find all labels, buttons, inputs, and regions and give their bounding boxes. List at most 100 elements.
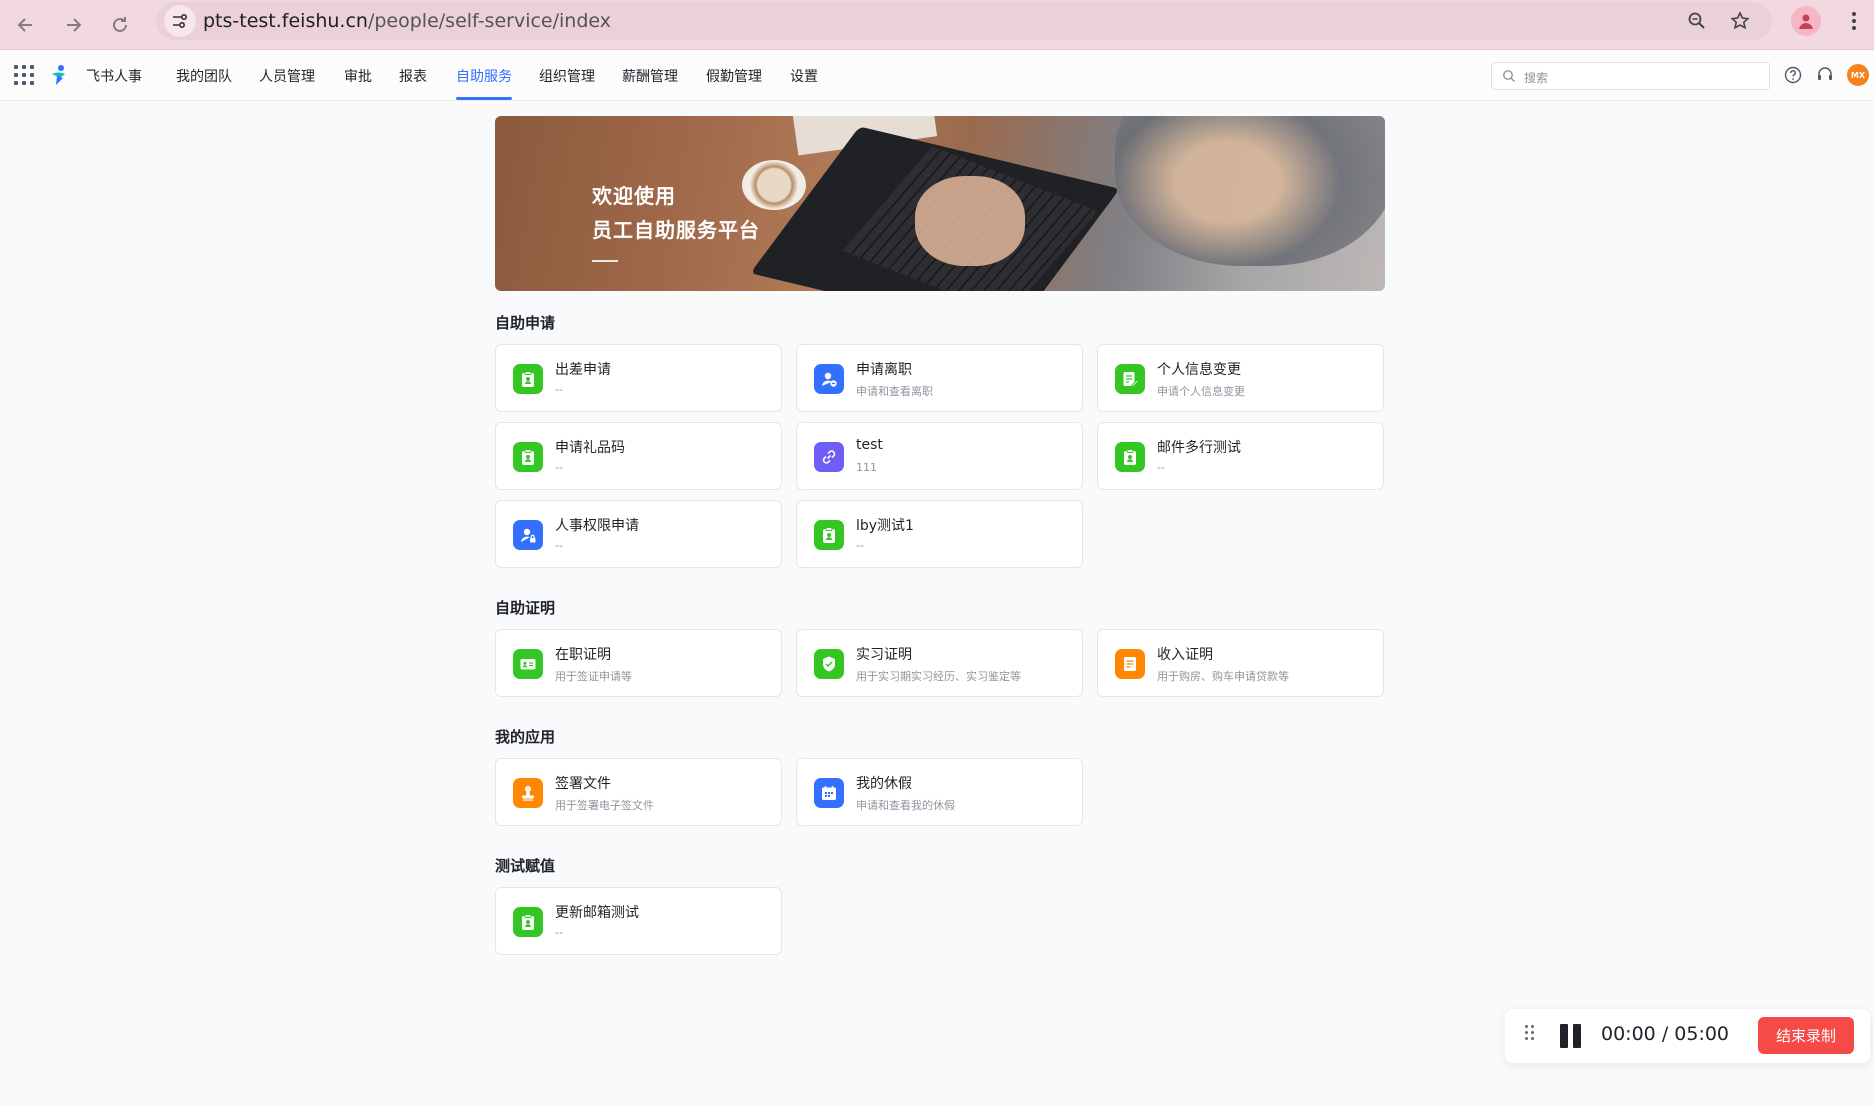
banner-person bbox=[1115, 116, 1385, 266]
url-path: /people/self-service/index bbox=[367, 10, 611, 32]
card-business-trip[interactable]: 出差申请 -- bbox=[495, 344, 782, 412]
site-info-icon[interactable] bbox=[164, 5, 196, 37]
card-title: 我的休假 bbox=[856, 776, 912, 792]
clipboard-user-icon bbox=[814, 520, 844, 550]
elapsed-time: 00:00 bbox=[1601, 1023, 1656, 1045]
section-title-self-application: 自助申请 bbox=[495, 314, 556, 332]
card-title: 在职证明 bbox=[555, 647, 611, 663]
time-separator: / bbox=[1661, 1023, 1669, 1045]
back-button[interactable] bbox=[8, 7, 44, 43]
card-title: 更新邮箱测试 bbox=[555, 905, 639, 921]
card-test[interactable]: test 111 bbox=[796, 422, 1083, 490]
nav-compensation[interactable]: 薪酬管理 bbox=[622, 66, 678, 86]
pause-button[interactable] bbox=[1560, 1024, 1582, 1048]
card-desc: -- bbox=[555, 383, 563, 396]
section-title-test-assignment: 测试赋值 bbox=[495, 857, 556, 875]
card-internship-certificate[interactable]: 实习证明 用于实习期实习经历、实习鉴定等 bbox=[796, 629, 1083, 697]
app-launcher-icon[interactable] bbox=[14, 65, 34, 85]
card-title: test bbox=[856, 437, 883, 453]
nav-time-attendance[interactable]: 假勤管理 bbox=[706, 66, 762, 86]
active-tab-indicator bbox=[456, 97, 512, 100]
reload-button[interactable] bbox=[102, 7, 138, 43]
search-placeholder: 搜索 bbox=[1524, 71, 1549, 85]
section-title-self-certificate: 自助证明 bbox=[495, 599, 556, 617]
card-desc: 用于实习期实习经历、实习鉴定等 bbox=[856, 670, 1021, 683]
forward-button[interactable] bbox=[55, 7, 91, 43]
card-desc: 申请和查看离职 bbox=[856, 385, 933, 398]
nav-org-management[interactable]: 组织管理 bbox=[539, 66, 595, 86]
bookmark-star-icon[interactable] bbox=[1727, 8, 1753, 34]
card-income-certificate[interactable]: 收入证明 用于购房、购车申请贷款等 bbox=[1097, 629, 1384, 697]
reload-icon bbox=[113, 17, 127, 32]
search-input[interactable]: 搜索 bbox=[1491, 62, 1770, 90]
screen-recorder-widget: 00:00 / 05:00 结束录制 bbox=[1505, 1009, 1870, 1063]
banner-coffee-cup bbox=[742, 160, 806, 210]
nav-reports[interactable]: 报表 bbox=[399, 66, 427, 86]
clipboard-user-icon bbox=[513, 907, 543, 937]
card-title: 实习证明 bbox=[856, 647, 912, 663]
card-personal-info-change[interactable]: 个人信息变更 申请个人信息变更 bbox=[1097, 344, 1384, 412]
recording-timer: 00:00 / 05:00 bbox=[1601, 1023, 1729, 1045]
id-card-icon bbox=[513, 649, 543, 679]
user-avatar[interactable]: MX bbox=[1847, 64, 1869, 86]
card-employment-certificate[interactable]: 在职证明 用于签证申请等 bbox=[495, 629, 782, 697]
card-hr-permission[interactable]: 人事权限申请 -- bbox=[495, 500, 782, 568]
nav-people-management[interactable]: 人员管理 bbox=[259, 66, 315, 86]
card-desc: 用于签署电子签文件 bbox=[555, 799, 654, 812]
card-sign-documents[interactable]: 签署文件 用于签署电子签文件 bbox=[495, 758, 782, 826]
banner-divider bbox=[592, 260, 618, 262]
user-minus-icon bbox=[814, 364, 844, 394]
user-lock-icon bbox=[513, 520, 543, 550]
profile-avatar-icon[interactable] bbox=[1791, 6, 1821, 36]
help-icon[interactable] bbox=[1782, 64, 1804, 86]
card-update-email-test[interactable]: 更新邮箱测试 -- bbox=[495, 887, 782, 955]
clipboard-user-icon bbox=[513, 364, 543, 394]
welcome-banner: 欢迎使用 员工自助服务平台 bbox=[495, 116, 1385, 291]
link-icon bbox=[814, 442, 844, 472]
nav-my-team[interactable]: 我的团队 bbox=[176, 66, 232, 86]
card-my-leave[interactable]: 我的休假 申请和查看我的休假 bbox=[796, 758, 1083, 826]
card-title: 出差申请 bbox=[555, 362, 611, 378]
drag-handle-icon[interactable] bbox=[1525, 1025, 1534, 1040]
address-bar[interactable]: pts-test.feishu.cn/people/self-service/i… bbox=[156, 2, 1772, 40]
browser-menu-icon[interactable] bbox=[1840, 6, 1868, 36]
card-desc: 用于签证申请等 bbox=[555, 670, 632, 683]
arrow-left-icon bbox=[17, 18, 32, 32]
card-lby-test1[interactable]: lby测试1 -- bbox=[796, 500, 1083, 568]
card-title: 收入证明 bbox=[1157, 647, 1213, 663]
certificate-icon bbox=[814, 649, 844, 679]
banner-title-line1: 欢迎使用 bbox=[592, 184, 676, 208]
card-title: lby测试1 bbox=[856, 518, 914, 534]
section-title-my-apps: 我的应用 bbox=[495, 728, 556, 746]
card-email-multiline-test[interactable]: 邮件多行测试 -- bbox=[1097, 422, 1384, 490]
card-desc: 111 bbox=[856, 461, 877, 474]
nav-settings[interactable]: 设置 bbox=[790, 66, 818, 86]
pause-icon-bar bbox=[1560, 1024, 1568, 1048]
app-header: 飞书人事 我的团队 人员管理 审批 报表 自助服务 组织管理 薪酬管理 假勤管理… bbox=[0, 51, 1874, 101]
stop-recording-button[interactable]: 结束录制 bbox=[1758, 1017, 1854, 1054]
nav-self-service[interactable]: 自助服务 bbox=[456, 66, 512, 86]
calendar-icon bbox=[814, 778, 844, 808]
card-desc: 申请个人信息变更 bbox=[1157, 385, 1245, 398]
customer-service-icon[interactable] bbox=[1814, 64, 1836, 86]
card-resignation[interactable]: 申请离职 申请和查看离职 bbox=[796, 344, 1083, 412]
browser-toolbar: pts-test.feishu.cn/people/self-service/i… bbox=[0, 0, 1874, 50]
receipt-icon bbox=[1115, 649, 1145, 679]
nav-approval[interactable]: 审批 bbox=[344, 66, 372, 86]
arrow-right-icon bbox=[67, 18, 82, 32]
card-desc: 申请和查看我的休假 bbox=[856, 799, 955, 812]
card-title: 申请礼品码 bbox=[555, 440, 625, 456]
card-title: 申请离职 bbox=[856, 362, 912, 378]
search-icon bbox=[1503, 70, 1515, 82]
card-desc: -- bbox=[1157, 461, 1165, 474]
card-desc: -- bbox=[555, 926, 563, 939]
pause-icon-bar bbox=[1573, 1024, 1581, 1048]
time-limit: 05:00 bbox=[1674, 1023, 1730, 1045]
card-gift-code[interactable]: 申请礼品码 -- bbox=[495, 422, 782, 490]
feishu-people-logo bbox=[52, 65, 65, 85]
banner-hand bbox=[915, 176, 1025, 266]
card-desc: -- bbox=[856, 539, 864, 552]
doc-edit-icon bbox=[1115, 364, 1145, 394]
card-desc: -- bbox=[555, 461, 563, 474]
zoom-icon[interactable] bbox=[1684, 8, 1710, 34]
